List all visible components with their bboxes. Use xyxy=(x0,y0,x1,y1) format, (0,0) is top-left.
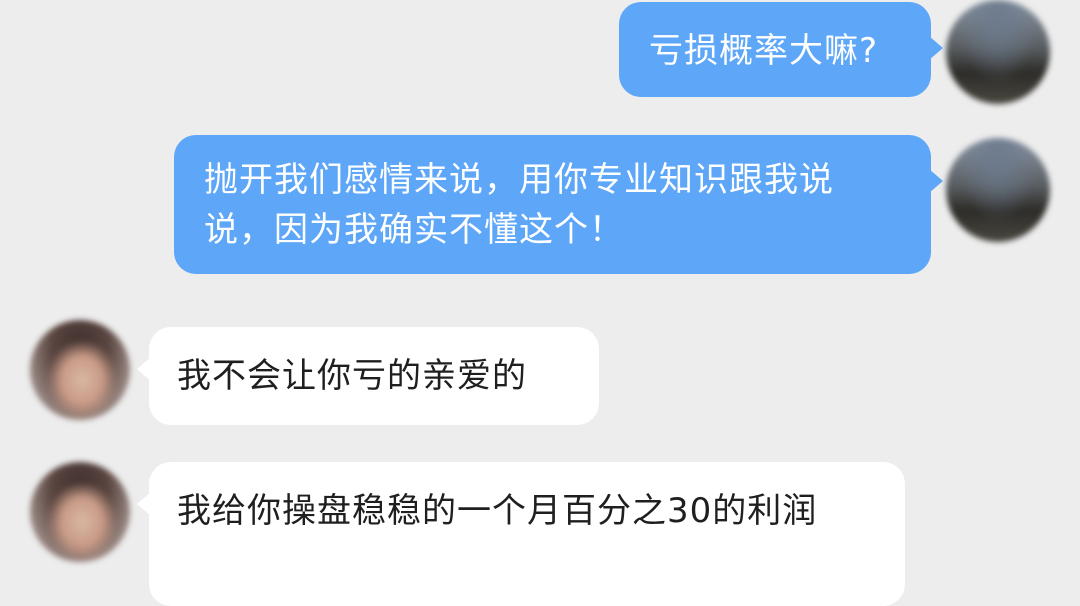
self-avatar[interactable] xyxy=(946,0,1050,104)
message-bubble-self[interactable]: 抛开我们感情来说，用你专业知识跟我说说，因为我确实不懂这个！ xyxy=(174,135,943,274)
contact-avatar[interactable] xyxy=(30,320,130,420)
contact-avatar[interactable] xyxy=(30,462,130,562)
message-bubble-contact[interactable]: 我给你操盘稳稳的一个月百分之30的利润 xyxy=(137,462,905,606)
message-bubble-contact[interactable]: 我不会让你亏的亲爱的 xyxy=(137,327,599,425)
message-text: 亏损概率大嘛? xyxy=(649,31,879,71)
self-avatar[interactable] xyxy=(946,138,1050,242)
message-text: 抛开我们感情来说，用你专业知识跟我说说，因为我确实不懂这个！ xyxy=(204,160,834,250)
message-text: 我不会让你亏的亲爱的 xyxy=(177,356,527,396)
message-bubble-self[interactable]: 亏损概率大嘛? xyxy=(619,2,943,97)
message-text: 我给你操盘稳稳的一个月百分之30的利润 xyxy=(177,491,818,531)
